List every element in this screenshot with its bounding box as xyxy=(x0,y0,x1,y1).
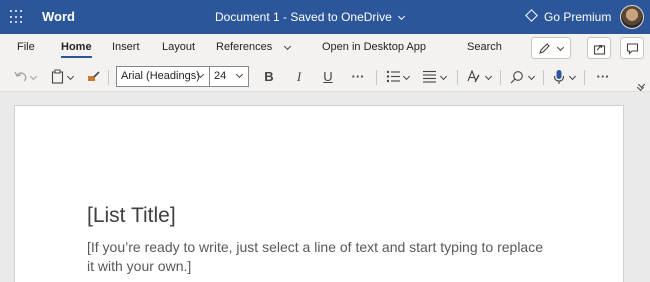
tab-insert[interactable]: Insert xyxy=(112,41,140,53)
more-options-button[interactable]: ··· xyxy=(594,69,612,85)
document-heading[interactable]: [List Title] xyxy=(87,204,176,228)
align-icon xyxy=(423,70,436,83)
microphone-icon xyxy=(553,70,565,84)
styles-icon xyxy=(467,69,480,83)
diamond-icon xyxy=(525,9,538,22)
font-size-dropdown[interactable]: 24 xyxy=(209,66,249,87)
chevron-down-icon xyxy=(66,72,75,81)
format-painter-icon[interactable] xyxy=(87,70,101,83)
tab-layout[interactable]: Layout xyxy=(162,41,195,53)
chevron-down-icon xyxy=(568,72,577,81)
search-icon xyxy=(510,71,523,84)
chevron-down-icon xyxy=(235,70,244,79)
search-label: Search xyxy=(467,41,502,53)
divider xyxy=(584,70,585,85)
undo-icon xyxy=(14,71,27,82)
tab-home[interactable]: Home xyxy=(61,41,92,58)
document-canvas[interactable]: [List Title] [If you’re ready to write, … xyxy=(0,83,650,282)
app-launcher-icon[interactable] xyxy=(10,10,24,24)
divider xyxy=(500,70,501,85)
ribbon-tabs: File Home Insert Layout References Open … xyxy=(0,34,650,89)
divider xyxy=(543,70,544,85)
bullet-list-icon xyxy=(386,70,400,83)
chevron-down-icon xyxy=(556,43,565,52)
editing-mode-button[interactable] xyxy=(531,37,571,59)
divider xyxy=(457,70,458,85)
document-title[interactable]: Document 1 - Saved to OneDrive xyxy=(215,10,406,24)
font-size-value: 24 xyxy=(214,70,227,82)
chevron-down-icon xyxy=(29,72,38,81)
go-premium-label: Go Premium xyxy=(544,10,612,24)
pencil-icon xyxy=(539,43,550,54)
chevron-down-icon xyxy=(484,72,493,81)
share-icon xyxy=(593,44,606,55)
tab-file[interactable]: File xyxy=(17,41,35,53)
more-tabs-chevron-icon[interactable] xyxy=(283,42,292,51)
chevron-down-icon xyxy=(398,12,406,21)
bold-button[interactable]: B xyxy=(263,69,275,85)
comment-icon xyxy=(626,43,639,55)
ribbon-toolbar: Arial (Headings) 24 B I U ··· ··· xyxy=(0,62,650,92)
font-name-value: Arial (Headings) xyxy=(121,70,200,82)
title-bar: Word Document 1 - Saved to OneDrive Go P… xyxy=(0,0,650,34)
document-paragraph[interactable]: [If you’re ready to write, just select a… xyxy=(87,238,547,276)
underline-button[interactable]: U xyxy=(322,69,334,85)
app-name[interactable]: Word xyxy=(42,9,75,24)
divider xyxy=(108,70,109,85)
tab-references[interactable]: References xyxy=(216,41,272,53)
italic-button[interactable]: I xyxy=(294,69,304,85)
divider xyxy=(376,70,377,85)
chevron-down-icon xyxy=(527,72,536,81)
document-title-text: Document 1 - Saved to OneDrive xyxy=(215,10,392,24)
avatar[interactable] xyxy=(620,5,644,29)
share-button[interactable] xyxy=(587,37,611,59)
more-font-options-button[interactable]: ··· xyxy=(349,69,367,85)
chevron-down-icon xyxy=(402,72,411,81)
go-premium-button[interactable]: Go Premium xyxy=(525,9,612,24)
font-name-dropdown[interactable]: Arial (Headings) xyxy=(116,66,210,87)
comments-button[interactable] xyxy=(620,37,644,59)
chevron-down-icon xyxy=(439,72,448,81)
open-desktop-app-button[interactable]: Open in Desktop App xyxy=(322,41,426,53)
document-page[interactable]: [List Title] [If you’re ready to write, … xyxy=(14,105,624,282)
clipboard-icon xyxy=(51,69,64,84)
